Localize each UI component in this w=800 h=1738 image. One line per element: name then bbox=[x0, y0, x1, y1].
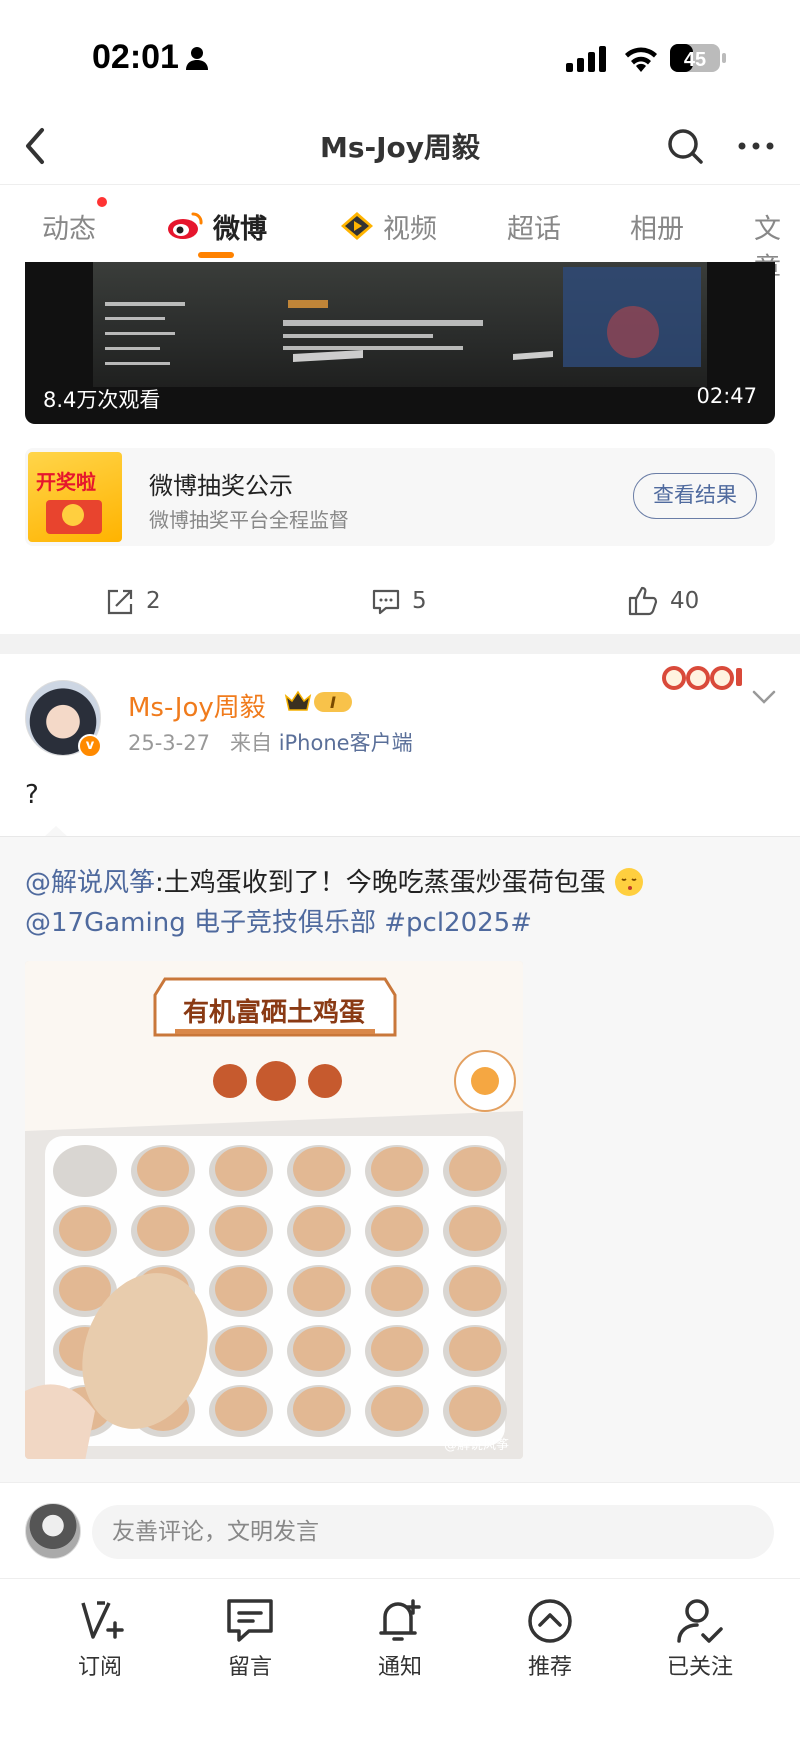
lottery-subtitle: 微博抽奖平台全程监督 bbox=[149, 508, 349, 532]
subscribe-icon bbox=[81, 1601, 124, 1639]
egg-box-title: 有机富硒土鸡蛋 bbox=[183, 997, 365, 1028]
repost-text: @解说风筝:土鸡蛋收到了！今晚吃蒸蛋炒蛋荷包蛋 @17Gaming 电子竞技俱乐… bbox=[25, 863, 785, 943]
verified-badge-icon: v bbox=[78, 734, 102, 758]
active-tab-indicator bbox=[198, 252, 234, 258]
festive-decoration-icon bbox=[662, 666, 742, 690]
tab-super-topic[interactable]: 超话 bbox=[507, 207, 561, 246]
comment-icon[interactable] bbox=[372, 588, 400, 616]
section-divider bbox=[0, 634, 800, 654]
tab-weibo[interactable]: 微博 bbox=[213, 207, 267, 246]
user-check-icon bbox=[677, 1599, 723, 1643]
post-date: 25-3-27 bbox=[128, 731, 210, 755]
message-icon bbox=[227, 1599, 273, 1642]
person-icon bbox=[186, 47, 208, 70]
nav-label-message: 留言 bbox=[227, 1655, 272, 1680]
tab-dynamics[interactable]: 动态 bbox=[42, 207, 96, 246]
nav-following[interactable]: 已关注 bbox=[645, 1597, 755, 1681]
profile-tabs: 动态 微博 视频 超话 相册 文章 bbox=[0, 184, 800, 284]
nav-message[interactable]: 留言 bbox=[195, 1597, 305, 1681]
search-icon[interactable] bbox=[665, 126, 705, 166]
bell-plus-icon bbox=[379, 1599, 421, 1641]
repost-image[interactable]: 有机富硒土鸡蛋 @解说风筝 bbox=[25, 961, 523, 1459]
video-view-count: 8.4万次观看 bbox=[43, 388, 161, 412]
lottery-thumbnail: 开奖啦 bbox=[28, 452, 122, 542]
recommend-icon bbox=[528, 1599, 572, 1643]
nav-recommend[interactable]: 推荐 bbox=[495, 1597, 605, 1681]
post-source[interactable]: iPhone客户端 bbox=[279, 731, 413, 755]
post-username[interactable]: Ms-Joy周毅 bbox=[128, 687, 266, 724]
notification-dot bbox=[97, 197, 107, 207]
video-duration: 02:47 bbox=[696, 384, 757, 408]
video-tab-icon bbox=[341, 212, 373, 240]
tab-album[interactable]: 相册 bbox=[630, 207, 684, 246]
battery-icon: 45 bbox=[670, 43, 726, 73]
like-icon[interactable] bbox=[628, 586, 658, 616]
member-level-badge: I bbox=[284, 688, 356, 716]
nav-label-recommend: 推荐 bbox=[527, 1655, 572, 1680]
more-options-icon[interactable] bbox=[735, 130, 777, 162]
kiss-emoji-icon bbox=[615, 868, 644, 896]
post-meta: 25-3-27 来自 iPhone客户端 bbox=[128, 727, 413, 757]
like-count[interactable]: 40 bbox=[670, 588, 699, 614]
chevron-down-icon[interactable] bbox=[752, 688, 776, 706]
comment-count[interactable]: 5 bbox=[412, 588, 427, 614]
nav-label-subscribe: 订阅 bbox=[77, 1655, 122, 1680]
nav-notification[interactable]: 通知 bbox=[345, 1597, 455, 1681]
repost-count[interactable]: 2 bbox=[146, 588, 161, 614]
video-player[interactable]: 8.4万次观看 02:47 bbox=[25, 262, 775, 424]
lottery-badge-text: 开奖啦 bbox=[36, 470, 96, 494]
lottery-card[interactable]: 开奖啦 微博抽奖公示 微博抽奖平台全程监督 查看结果 bbox=[25, 448, 775, 546]
tab-video[interactable]: 视频 bbox=[383, 207, 437, 246]
nav-label-notification: 通知 bbox=[377, 1655, 422, 1680]
post-text: ? bbox=[25, 780, 39, 810]
post-source-prefix: 来自 bbox=[230, 731, 272, 755]
status-time: 02:01 bbox=[92, 38, 179, 76]
level-text: I bbox=[330, 693, 336, 712]
signal-icon bbox=[566, 46, 606, 72]
comment-input[interactable]: 友善评论，文明发言 bbox=[92, 1505, 774, 1559]
reposted-content[interactable]: @解说风筝:土鸡蛋收到了！今晚吃蒸蛋炒蛋荷包蛋 @17Gaming 电子竞技俱乐… bbox=[0, 836, 800, 1482]
battery-level: 45 bbox=[684, 49, 706, 71]
repost-mention-club[interactable]: @17Gaming 电子竞技俱乐部 bbox=[25, 908, 376, 938]
post-action-bar: 2 5 40 bbox=[0, 570, 800, 634]
repost-icon[interactable] bbox=[106, 588, 134, 616]
repost-body: :土鸡蛋收到了！今晚吃蒸蛋炒蛋荷包蛋 bbox=[155, 868, 606, 898]
comment-bar: 友善评论，文明发言 bbox=[0, 1482, 800, 1578]
wifi-icon bbox=[625, 47, 657, 72]
video-thumbnail bbox=[93, 262, 707, 387]
bottom-navigation: 订阅 留言 通知 推荐 已关注 bbox=[0, 1578, 800, 1738]
status-bar: 02:01 45 bbox=[0, 0, 800, 110]
weibo-logo-icon bbox=[168, 212, 203, 239]
profile-header: Ms-Joy周毅 bbox=[0, 110, 800, 184]
image-watermark: @解说风筝 bbox=[444, 1437, 509, 1453]
nav-label-following: 已关注 bbox=[666, 1655, 733, 1680]
lottery-title: 微博抽奖公示 bbox=[149, 472, 293, 500]
view-result-button[interactable]: 查看结果 bbox=[633, 473, 757, 519]
current-user-avatar[interactable] bbox=[25, 1503, 81, 1559]
repost-mention[interactable]: @解说风筝 bbox=[25, 868, 155, 898]
repost-hashtag[interactable]: #pcl2025# bbox=[384, 908, 532, 938]
nav-subscribe[interactable]: 订阅 bbox=[45, 1597, 155, 1681]
